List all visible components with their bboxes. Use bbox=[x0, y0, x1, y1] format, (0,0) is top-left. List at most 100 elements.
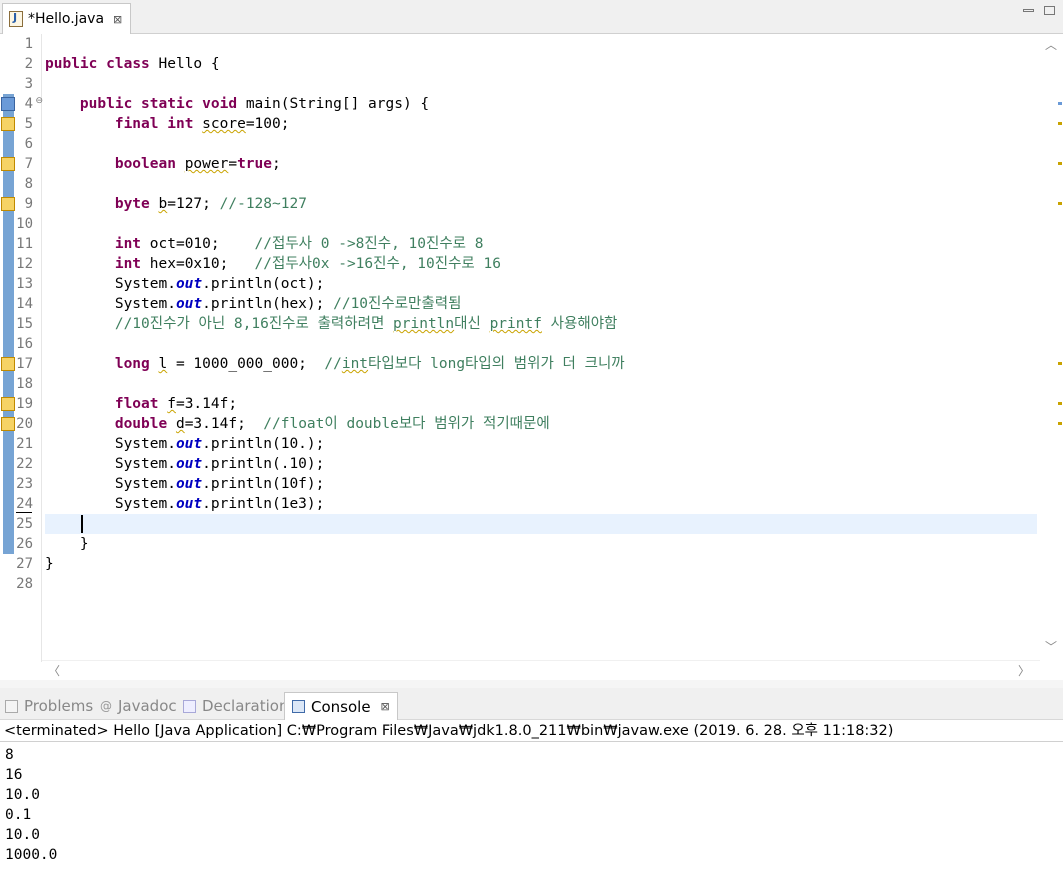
code-line[interactable]: //10진수가 아닌 8,16진수로 출력하려면 println대신 print… bbox=[45, 314, 618, 334]
line-number-gutter: 1 2 3 4 ⊖ 5 6 7 8 9 10 11 12 13 14 15 16 17 18 19 20 21 22 23 24… bbox=[16, 34, 43, 662]
console-view[interactable]: <terminated> Hello [Java Application] C:… bbox=[0, 720, 1063, 869]
line-number: 14 bbox=[16, 296, 33, 312]
left-ruler bbox=[0, 34, 16, 662]
code-line[interactable]: System.out.println(.10); bbox=[45, 454, 325, 474]
code-line[interactable]: int hex=0x10; //접두사0x ->16진수, 10진수로 16 bbox=[45, 254, 501, 274]
code-line[interactable]: } bbox=[45, 534, 89, 554]
line-number: 24 bbox=[16, 496, 33, 512]
code-line[interactable]: System.out.println(1e3); bbox=[45, 494, 325, 514]
vertical-scrollbar[interactable]: ︿ ﹀ bbox=[1040, 34, 1063, 662]
overview-marker[interactable] bbox=[1058, 162, 1062, 165]
line-number: 2 bbox=[24, 56, 33, 72]
close-icon[interactable]: ⊠ bbox=[113, 13, 122, 26]
code-line[interactable]: long l = 1000_000_000; //int타입보다 long타입의… bbox=[45, 354, 625, 374]
line-number: 4 bbox=[24, 96, 33, 112]
line-number: 18 bbox=[16, 376, 33, 392]
line-number: 8 bbox=[24, 176, 33, 192]
line-number: 13 bbox=[16, 276, 33, 292]
warning-marker-icon[interactable] bbox=[1, 197, 15, 211]
line-number: 21 bbox=[16, 436, 33, 452]
console-status-line: <terminated> Hello [Java Application] C:… bbox=[4, 723, 894, 739]
warning-marker-icon[interactable] bbox=[1, 417, 15, 431]
code-line[interactable]: int oct=010; //접두사 0 ->8진수, 10진수로 8 bbox=[45, 234, 484, 254]
tab-javadoc[interactable]: @ Javadoc bbox=[100, 692, 177, 720]
tab-problems-label: Problems bbox=[24, 697, 94, 715]
code-line[interactable]: boolean power=true; bbox=[45, 154, 281, 174]
line-number: 17 bbox=[16, 356, 33, 372]
override-marker-icon[interactable] bbox=[1, 97, 15, 111]
fold-collapse-icon[interactable]: ⊖ bbox=[35, 96, 43, 106]
text-caret bbox=[81, 515, 83, 533]
panel-separator[interactable] bbox=[0, 680, 1063, 688]
scroll-up-icon[interactable]: ︿ bbox=[1045, 36, 1057, 53]
scroll-right-icon[interactable]: 〉 bbox=[1018, 662, 1030, 679]
scroll-down-icon[interactable]: ﹀ bbox=[1045, 638, 1057, 655]
console-output-line: 16 bbox=[5, 767, 23, 783]
line-number: 9 bbox=[24, 196, 33, 212]
line-number: 11 bbox=[16, 236, 33, 252]
tab-console[interactable]: Console ⊠ bbox=[284, 692, 398, 720]
code-line[interactable]: System.out.println(10f); bbox=[45, 474, 325, 494]
code-line[interactable]: final int score=100; bbox=[45, 114, 290, 134]
tab-console-label: Console bbox=[311, 697, 371, 716]
minimize-icon[interactable] bbox=[1023, 9, 1034, 12]
overview-marker[interactable] bbox=[1058, 202, 1062, 205]
overview-marker[interactable] bbox=[1058, 422, 1062, 425]
editor-tab-bar: *Hello.java ⊠ bbox=[0, 0, 1063, 34]
line-number: 28 bbox=[16, 576, 33, 592]
java-file-icon bbox=[9, 11, 23, 27]
tab-javadoc-label: Javadoc bbox=[118, 697, 177, 715]
console-icon bbox=[292, 700, 305, 713]
line-number: 7 bbox=[24, 156, 33, 172]
console-output-line: 1000.0 bbox=[5, 847, 58, 863]
code-editor[interactable]: 1 2 3 4 ⊖ 5 6 7 8 9 10 11 12 13 14 15 16 17 18 19 20 21 22 23 24… bbox=[0, 34, 1063, 662]
warning-marker-icon[interactable] bbox=[1, 357, 15, 371]
console-output-line: 8 bbox=[5, 747, 14, 763]
code-line[interactable]: public class Hello { bbox=[45, 54, 220, 74]
problems-icon bbox=[5, 699, 18, 713]
editor-window-controls bbox=[1023, 6, 1055, 15]
console-output-line: 0.1 bbox=[5, 807, 32, 823]
code-line[interactable]: System.out.println(10.); bbox=[45, 434, 325, 454]
code-line[interactable]: double d=3.14f; //float이 double보다 범위가 적기… bbox=[45, 414, 550, 434]
line-number: 22 bbox=[16, 456, 33, 472]
overview-marker[interactable] bbox=[1058, 362, 1062, 365]
warning-marker-icon[interactable] bbox=[1, 117, 15, 131]
overview-marker[interactable] bbox=[1058, 402, 1062, 405]
overview-marker[interactable] bbox=[1058, 122, 1062, 125]
code-line[interactable]: System.out.println(oct); bbox=[45, 274, 325, 294]
line-number: 12 bbox=[16, 256, 33, 272]
tab-problems[interactable]: Problems bbox=[5, 692, 93, 720]
horizontal-scrollbar[interactable]: 〈 〉 bbox=[42, 660, 1040, 680]
warning-marker-icon[interactable] bbox=[1, 397, 15, 411]
editor-tab-hello-java[interactable]: *Hello.java ⊠ bbox=[2, 3, 132, 34]
line-number: 6 bbox=[24, 136, 33, 152]
close-icon[interactable]: ⊠ bbox=[381, 700, 390, 713]
line-number: 3 bbox=[24, 76, 33, 92]
code-line[interactable]: System.out.println(hex); //10진수로만출력됨 bbox=[45, 294, 462, 314]
line-number: 5 bbox=[24, 116, 33, 132]
warning-marker-icon[interactable] bbox=[1, 157, 15, 171]
line-number: 20 bbox=[16, 416, 33, 432]
tab-declaration-label: Declaration bbox=[202, 697, 289, 715]
code-line[interactable]: byte b=127; //-128~127 bbox=[45, 194, 307, 214]
code-line[interactable]: } bbox=[45, 554, 54, 574]
overview-marker[interactable] bbox=[1058, 102, 1062, 105]
line-number: 25 bbox=[16, 516, 33, 532]
tab-declaration[interactable]: Declaration bbox=[183, 692, 288, 720]
line-number: 27 bbox=[16, 556, 33, 572]
code-area[interactable]: public class Hello { public static void … bbox=[45, 34, 1035, 662]
declaration-icon bbox=[183, 699, 196, 713]
scroll-left-icon[interactable]: 〈 bbox=[48, 662, 60, 679]
code-line[interactable]: float f=3.14f; bbox=[45, 394, 237, 414]
code-line[interactable]: public static void main(String[] args) { bbox=[45, 94, 429, 114]
divider bbox=[0, 741, 1063, 742]
javadoc-icon: @ bbox=[100, 699, 112, 713]
console-output-line: 10.0 bbox=[5, 787, 40, 803]
line-number: 19 bbox=[16, 396, 33, 412]
line-number: 16 bbox=[16, 336, 33, 352]
console-output-line: 10.0 bbox=[5, 827, 40, 843]
line-number: 15 bbox=[16, 316, 33, 332]
maximize-icon[interactable] bbox=[1044, 6, 1055, 15]
editor-tab-label: *Hello.java bbox=[28, 11, 105, 27]
